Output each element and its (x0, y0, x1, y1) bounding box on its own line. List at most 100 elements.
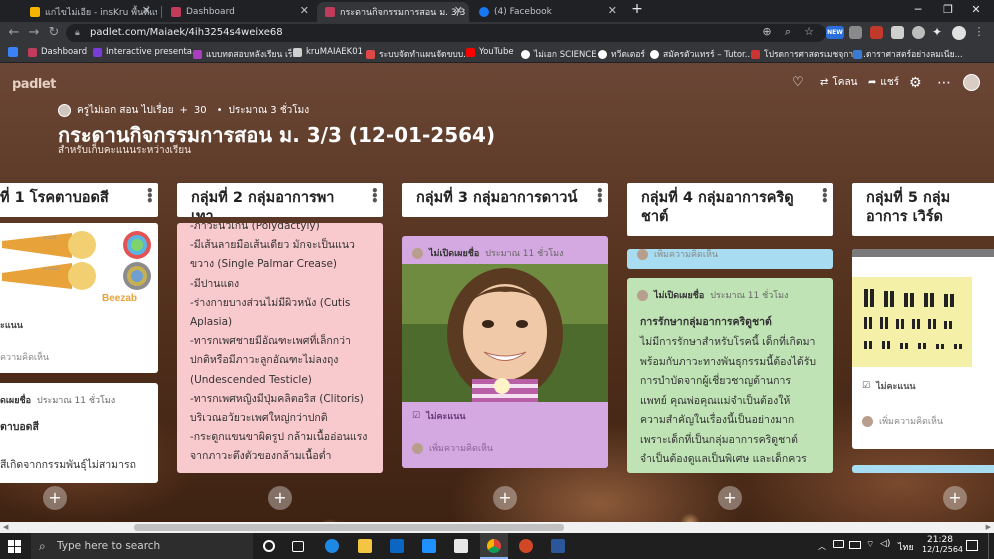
browser-tab-dashboard[interactable]: Dashboard ✕ (163, 2, 315, 22)
close-tab-icon[interactable]: ✕ (608, 4, 617, 17)
word-icon[interactable] (551, 539, 565, 553)
column-menu-icon[interactable]: • • • (146, 185, 154, 207)
tray-network-icon[interactable]: ⌔ (866, 539, 874, 550)
share-button[interactable]: ➦ แชร์ (868, 75, 899, 90)
extension-new-badge-icon[interactable]: NEW (826, 26, 844, 39)
chrome-menu-icon[interactable]: ⋮ (972, 25, 986, 38)
bookmark-item[interactable]: แบบทดสอบหลังเรียน เร็... (193, 47, 301, 61)
browser-tab-padlet[interactable]: กระดานกิจกรรมการสอน ม. 3/3 (12-0 ✕ (317, 2, 469, 22)
more-options-icon[interactable]: ⋯ (937, 75, 951, 91)
back-arrow-icon[interactable]: ← (6, 25, 22, 41)
bookmark-item[interactable]: YouTube (466, 47, 514, 57)
close-tab-icon[interactable]: ✕ (300, 4, 309, 17)
add-comment-link[interactable]: เพิ่มความคิดเห็น (637, 249, 718, 261)
add-post-button[interactable]: + (43, 486, 67, 510)
extension-grid-icon[interactable] (849, 26, 862, 39)
column-menu-icon[interactable]: • • • (596, 185, 604, 207)
store-bag-icon[interactable] (422, 539, 436, 553)
windows-start-icon[interactable] (8, 540, 21, 553)
padlet-logo[interactable]: padlet (12, 77, 56, 92)
bookmark-apps-icon[interactable] (8, 47, 22, 57)
input-language[interactable]: ไทย (898, 540, 914, 554)
minimize-window-icon[interactable]: ─ (908, 3, 928, 16)
heart-icon[interactable]: ♡ (792, 75, 804, 90)
grade-row[interactable]: ☑ ไม่คะแนน (412, 409, 466, 423)
powerpoint-icon[interactable] (519, 539, 533, 553)
bookmark-item[interactable]: Dashboard (28, 47, 87, 57)
close-tab-icon[interactable]: ✕ (454, 4, 463, 17)
add-comment-link[interactable]: ความคิดเห็น (0, 350, 49, 364)
bookmark-item[interactable]: โปรดการศาสตรเมชจฺการ... (751, 47, 866, 61)
add-post-button[interactable]: + (943, 486, 967, 510)
settings-gear-icon[interactable]: ⚙ (909, 75, 922, 91)
checkbox-icon[interactable]: ☑ (412, 411, 420, 421)
post-card[interactable] (852, 465, 994, 473)
bookmark-item[interactable]: kruMAIAEK01 (293, 47, 363, 57)
bookmark-star-icon[interactable]: ☆ (802, 25, 816, 38)
scroll-right-arrow-icon[interactable]: ▶ (986, 523, 991, 531)
extension-feather-icon[interactable] (891, 26, 904, 39)
cortana-icon[interactable] (263, 540, 275, 552)
maximize-window-icon[interactable]: ❐ (938, 3, 958, 16)
close-tab-icon[interactable]: ✕ (142, 4, 151, 17)
column-4-header[interactable]: กลุ่มที่ 4 กลุ่มอาการคริดูชาต์ • • • (627, 183, 833, 236)
bookmark-item[interactable]: ไม่เอก SCIENCE (521, 47, 597, 61)
post-card[interactable]: ดเผยชื่อ ประมาณ 11 ชั่วโมง ตาบอดสี สีเกิด… (0, 383, 158, 483)
extension-red-icon[interactable] (870, 26, 883, 39)
notification-center-icon[interactable] (966, 540, 978, 551)
add-comment-link[interactable]: เพิ่มความคิดเห็น (862, 414, 943, 428)
checkbox-icon[interactable]: ☑ (862, 381, 870, 391)
edge-icon[interactable] (325, 539, 339, 553)
taskbar-search-input[interactable]: ⌕ Type here to search (31, 533, 253, 559)
bookmark-item[interactable]: ดาราศาสตร์อย่างลมเนีย... (853, 47, 963, 61)
task-view-icon[interactable] (292, 541, 304, 552)
add-post-button[interactable]: + (268, 486, 292, 510)
scroll-left-arrow-icon[interactable]: ◀ (3, 523, 8, 531)
extension-circle-icon[interactable] (912, 26, 925, 39)
tray-volume-icon[interactable]: ◁) (880, 539, 890, 549)
post-card[interactable]: ไม่เปิดเผยชื่อ ประมาณ 11 ชั่วโมง ☑ ไม่คะแน… (402, 236, 608, 468)
new-tab-button[interactable]: + (627, 1, 647, 17)
column-menu-icon[interactable]: • • • (371, 185, 379, 207)
post-card[interactable]: ☑ ไม่คะแนน เพิ่มความคิดเห็น (852, 249, 994, 449)
extensions-puzzle-icon[interactable]: ✦ (932, 26, 945, 39)
post-card[interactable]: ไม่เปิดเผยชื่อ ประมาณ 11 ชั่วโมง การรักษา… (627, 278, 833, 473)
grade-row[interactable]: ☑ ไม่คะแนน (862, 379, 916, 393)
chrome-taskbar-button[interactable] (480, 533, 508, 559)
tray-battery-icon[interactable] (849, 541, 861, 549)
user-avatar[interactable] (963, 74, 980, 91)
browser-tab-inskru[interactable]: แก่ไขไม่เอีย - insKru พื้นที่แบ่งปันไอเด… (22, 2, 157, 22)
add-comment-link[interactable]: เพิ่มความคิดเห็น (412, 441, 493, 455)
reload-icon[interactable]: ↻ (46, 25, 62, 41)
post-card[interactable]: เพิ่มความคิดเห็น (627, 249, 833, 269)
install-app-icon[interactable]: ⊕ (760, 25, 774, 38)
bookmark-item[interactable]: Interactive presenta... (93, 47, 200, 57)
like-plus-icon[interactable]: + (180, 105, 188, 116)
add-post-button[interactable]: + (493, 486, 517, 510)
address-bar[interactable]: 🔒︎ padlet.com/Maiaek/4ih3254s4weixe68 (66, 24, 826, 42)
show-desktop-button[interactable] (988, 533, 994, 559)
column-3-header[interactable]: กลุ่มที่ 3 กลุ่มอาการดาวน์ • • • (402, 183, 608, 217)
file-explorer-icon[interactable] (358, 539, 372, 553)
tray-chevron-icon[interactable]: ︿ (818, 541, 826, 552)
browser-tab-facebook[interactable]: (4) Facebook ✕ (471, 2, 623, 22)
taskbar-clock[interactable]: 21:28 12/1/2564 (922, 535, 963, 554)
post-card[interactable]: Beezab ตาปกติ ตาบอดสี ะแนน ความคิดเห็น (0, 223, 158, 373)
add-post-button[interactable]: + (718, 486, 742, 510)
scrollbar-thumb[interactable] (134, 524, 564, 531)
column-menu-icon[interactable]: • • • (821, 185, 829, 207)
shopping-bag-icon[interactable] (454, 539, 468, 553)
zoom-icon[interactable]: ⌕ (781, 25, 795, 39)
column-5-header[interactable]: กลุ่มที่ 5 กลุ่มอาการ เวิร์ด (852, 183, 994, 236)
close-window-icon[interactable]: ✕ (966, 3, 986, 16)
tray-cloud-icon[interactable] (833, 540, 844, 548)
profile-avatar-icon[interactable] (952, 26, 966, 40)
column-1-header[interactable]: ที่ 1 โรคตาบอดสี • • • (0, 183, 158, 217)
bookmark-item[interactable]: สมัครตัวแทรร์ – Tutor... (650, 47, 753, 61)
horizontal-scrollbar[interactable]: ◀ ▶ (0, 522, 994, 533)
bookmark-item[interactable]: ระบบจัดทำแผนจัดขบบ... (366, 47, 471, 61)
post-card[interactable]: -ภาวะนิ้วเกิน (Polydactyly) -มีเส้นลายมือ… (177, 223, 383, 473)
bookmark-item[interactable]: ทวีตเตอร์ (598, 47, 645, 61)
forward-arrow-icon[interactable]: → (26, 25, 42, 41)
mail-icon[interactable] (390, 539, 404, 553)
